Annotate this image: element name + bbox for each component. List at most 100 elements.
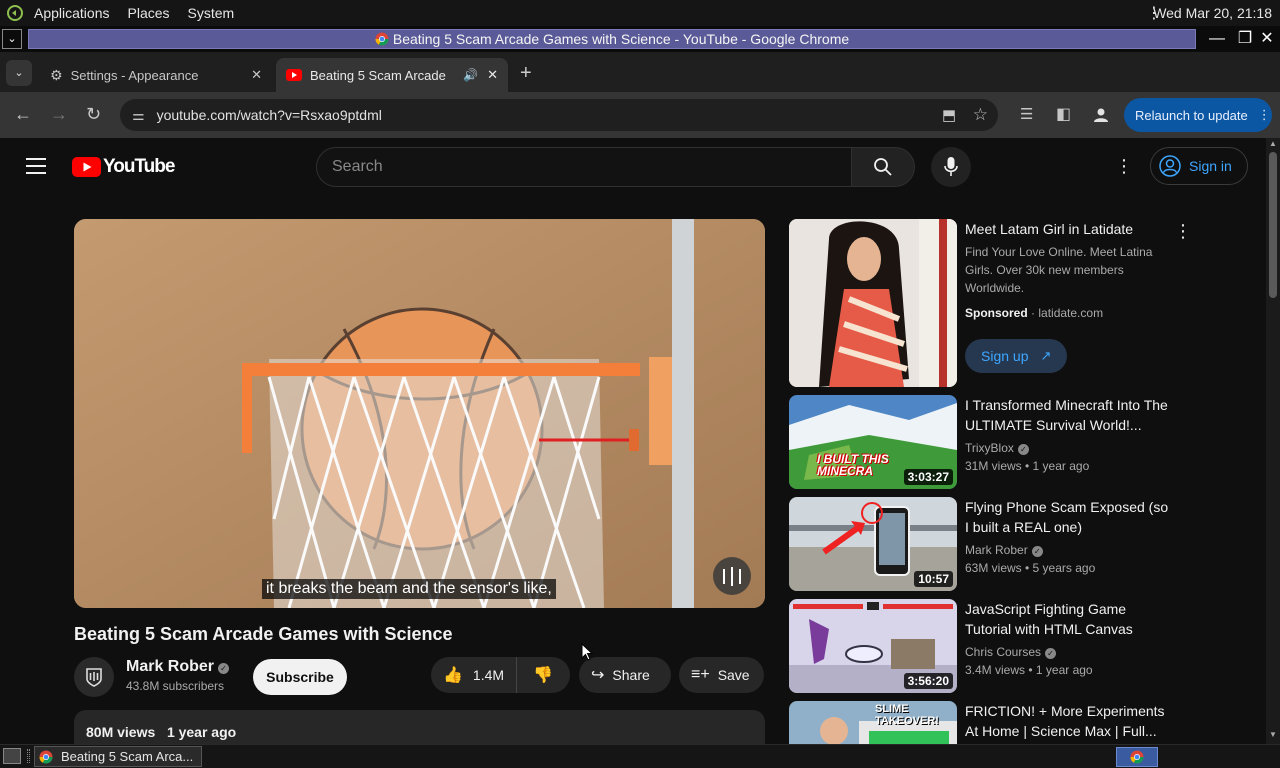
like-dislike-group: 👍 1.4M 👎 <box>431 657 570 693</box>
video-title[interactable]: I Transformed Minecraft Into The ULTIMAT… <box>965 395 1175 435</box>
new-tab-button[interactable]: + <box>520 62 532 85</box>
reload-icon[interactable]: ↻ <box>86 104 101 125</box>
channel-name[interactable]: Chris Courses <box>965 645 1041 659</box>
video-duration: 3:56:20 <box>903 673 953 689</box>
recommendation-item[interactable]: SLIME TAKEOVER! FRICTION! + More Experim… <box>789 701 1189 744</box>
save-button[interactable]: ≡+ Save <box>679 657 764 693</box>
share-button[interactable]: ↪ Share <box>579 657 671 693</box>
scrollbar-thumb[interactable] <box>1269 152 1277 298</box>
ad-more-icon[interactable]: ⋮ <box>1174 221 1192 242</box>
channel-name[interactable]: Mark Rober <box>965 543 1028 557</box>
tab-settings[interactable]: ⚙ Settings - Appearance ✕ <box>40 58 272 92</box>
ad-sign-up-button[interactable]: Sign up ↗ <box>965 339 1067 373</box>
channel-line: Chris Courses ✓ <box>965 645 1057 659</box>
side-panel-icon[interactable]: ◧ <box>1056 104 1071 124</box>
relaunch-to-update-button[interactable]: Relaunch to update ⋮ <box>1124 98 1272 132</box>
sponsored-ad[interactable]: Meet Latam Girl in Latidate ⋮ Find Your … <box>789 219 1192 387</box>
clock[interactable]: Wed Mar 20, 21:18 <box>1153 5 1272 21</box>
video-title[interactable]: JavaScript Fighting Game Tutorial with H… <box>965 599 1175 639</box>
microphone-icon <box>944 157 958 176</box>
video-player[interactable] <box>74 219 765 608</box>
menu-places[interactable]: Places <box>128 5 170 21</box>
recommendation-item[interactable]: I BUILT THIS MINECRA 3:03:27 I Transform… <box>789 395 1189 489</box>
thumbs-down-icon: 👎 <box>533 667 553 684</box>
search-button[interactable] <box>851 147 915 187</box>
close-window-button[interactable]: ✕ <box>1257 29 1277 49</box>
ad-thumbnail[interactable] <box>789 219 957 387</box>
youtube-icon <box>286 69 302 81</box>
sign-in-button[interactable]: Sign in <box>1150 147 1248 185</box>
channel-info: Mark Rober ✓ 43.8M subscribers <box>126 658 230 693</box>
video-thumbnail[interactable]: I BUILT THIS MINECRA 3:03:27 <box>789 395 957 489</box>
page-scrollbar[interactable]: ▲ ▼ <box>1266 138 1280 744</box>
menu-applications[interactable]: Applications <box>34 5 110 21</box>
channel-avatar[interactable] <box>74 657 114 697</box>
bookmark-star-icon[interactable]: ☆ <box>973 105 988 125</box>
gnome-foot-icon[interactable] <box>6 4 24 22</box>
ad-description: Find Your Love Online. Meet Latina Girls… <box>965 245 1153 295</box>
ad-title[interactable]: Meet Latam Girl in Latidate <box>965 219 1175 239</box>
search-icon <box>874 158 892 176</box>
voice-search-button[interactable] <box>931 147 971 187</box>
relaunch-label: Relaunch to update <box>1135 107 1248 123</box>
like-count: 1.4M <box>472 667 505 683</box>
hamburger-menu-icon[interactable] <box>26 158 46 174</box>
youtube-logo-icon <box>72 157 101 177</box>
channel-line: Mark Rober ✓ <box>965 543 1043 557</box>
workspace-switcher[interactable] <box>1116 747 1158 767</box>
video-title[interactable]: Flying Phone Scam Exposed (so I built a … <box>965 497 1175 537</box>
dislike-button[interactable]: 👎 <box>517 657 569 693</box>
tab-strip: ⌄ ⚙ Settings - Appearance ✕ Beating 5 Sc… <box>0 52 1280 92</box>
video-thumbnail[interactable]: 3:56:20 <box>789 599 957 693</box>
chrome-icon <box>39 750 53 763</box>
site-info-icon[interactable]: ⚌ <box>132 107 145 124</box>
tab-close-icon[interactable]: ✕ <box>487 67 498 83</box>
show-desktop-icon[interactable] <box>3 748 21 764</box>
scroll-down-arrow-icon[interactable]: ▼ <box>1269 730 1277 739</box>
channel-name[interactable]: Mark Rober <box>126 658 214 675</box>
back-arrow-icon[interactable]: ← <box>14 104 32 125</box>
search-input[interactable]: Search <box>316 147 852 187</box>
share-icon: ↪ <box>591 667 605 684</box>
tab-close-icon[interactable]: ✕ <box>251 67 262 83</box>
verified-icon: ✓ <box>1031 546 1043 557</box>
forward-arrow-icon[interactable]: → <box>50 104 68 125</box>
youtube-logo[interactable]: YouTube <box>72 156 175 178</box>
video-meta: 63M views • 5 years ago <box>965 561 1096 575</box>
like-button[interactable]: 👍 1.4M <box>431 657 517 693</box>
verified-icon: ✓ <box>1017 444 1029 455</box>
video-title[interactable]: FRICTION! + More Experiments At Home | S… <box>965 701 1175 741</box>
minimize-button[interactable]: — <box>1207 29 1227 49</box>
youtube-logo-text: YouTube <box>103 156 175 177</box>
taskbar-window-chrome[interactable]: Beating 5 Scam Arca... <box>34 746 202 767</box>
scroll-up-arrow-icon[interactable]: ▲ <box>1269 139 1277 148</box>
playlist-add-icon: ≡+ <box>691 666 710 683</box>
window-menu-button[interactable]: ⌄ <box>2 29 22 49</box>
media-controls-icon[interactable]: ☰ <box>1020 105 1033 123</box>
sponsored-label: Sponsored <box>965 306 1028 320</box>
description-box[interactable]: 80M views 1 year ago <box>74 710 765 744</box>
address-bar[interactable]: ⚌ youtube.com/watch?v=Rsxao9ptdml ⬒ ☆ <box>120 99 998 131</box>
channel-name[interactable]: TrixyBlox <box>965 441 1014 455</box>
thumbs-up-icon: 👍 <box>443 667 463 684</box>
ad-sponsor-line: Sponsored · latidate.com <box>965 306 1104 320</box>
channel-line: TrixyBlox ✓ <box>965 441 1029 455</box>
subscribe-button[interactable]: Subscribe <box>253 659 347 695</box>
menu-system[interactable]: System <box>188 5 235 21</box>
ad-image <box>789 219 957 387</box>
speaker-icon[interactable]: 🔊 <box>463 68 478 82</box>
video-thumbnail[interactable]: 10:57 <box>789 497 957 591</box>
url-text[interactable]: youtube.com/watch?v=Rsxao9ptdml <box>157 107 382 123</box>
tab-youtube[interactable]: Beating 5 Scam Arcade G 🔊 ✕ <box>276 58 508 92</box>
taskbar: Beating 5 Scam Arca... <box>0 744 1280 768</box>
settings-more-icon[interactable]: ⋮ <box>1115 156 1133 177</box>
profile-icon[interactable] <box>1093 107 1109 123</box>
video-thumbnail[interactable]: SLIME TAKEOVER! <box>789 701 957 744</box>
install-app-icon[interactable]: ⬒ <box>942 106 956 124</box>
recommendation-item[interactable]: 3:56:20 JavaScript Fighting Game Tutoria… <box>789 599 1189 693</box>
window-title[interactable]: Beating 5 Scam Arcade Games with Science… <box>28 29 1196 49</box>
system-top-panel: Applications Places System ⋮ Wed Mar 20,… <box>0 0 1280 26</box>
recommendation-item[interactable]: 10:57 Flying Phone Scam Exposed (so I bu… <box>789 497 1189 591</box>
maximize-button[interactable]: ❐ <box>1235 29 1255 49</box>
tab-search-button[interactable]: ⌄ <box>6 60 32 86</box>
